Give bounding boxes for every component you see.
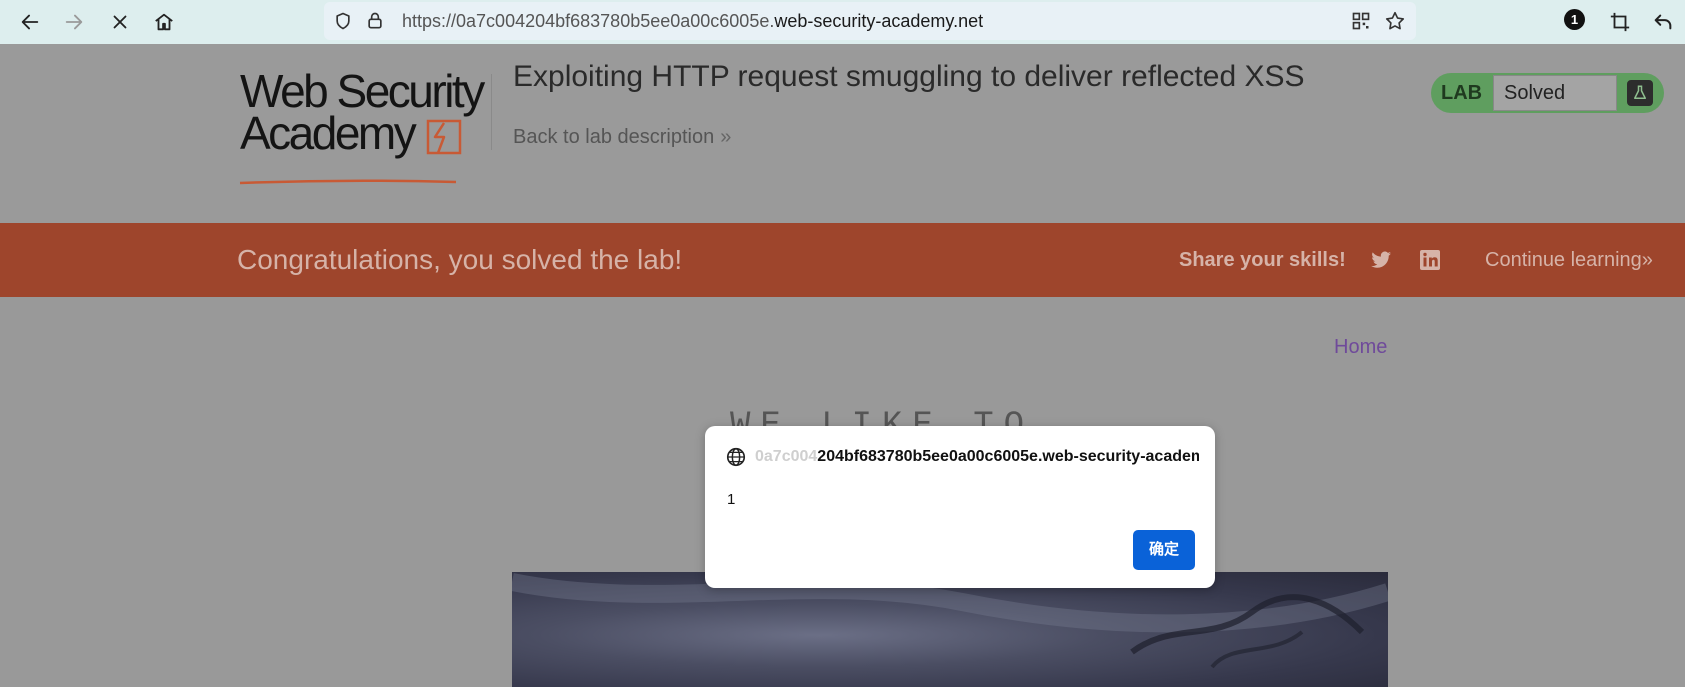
logo-underline — [239, 179, 457, 185]
continue-learning-label: Continue learning — [1485, 249, 1642, 271]
arrow-right-icon — [65, 14, 83, 30]
image-texture — [512, 573, 1388, 669]
double-chevron-right-icon: » — [1641, 249, 1653, 271]
logo-bolt-icon — [426, 119, 462, 155]
logo-text-line2: Academy — [240, 107, 417, 159]
continue-learning-link[interactable]: Continue learning» — [1485, 223, 1653, 297]
shield-icon[interactable] — [332, 10, 354, 32]
address-bar[interactable]: https://0a7c004204bf683780b5ee0a00c6005e… — [324, 2, 1416, 40]
lab-status-value-box: Solved — [1493, 75, 1617, 111]
undo-button[interactable] — [1647, 6, 1679, 38]
back-link-label: Back to lab description — [513, 126, 715, 148]
lab-title: Exploiting HTTP request smuggling to del… — [513, 60, 1305, 93]
back-button[interactable] — [14, 6, 46, 38]
twitter-icon[interactable] — [1368, 248, 1394, 272]
dialog-origin-text: 204bf683780b5ee0a00c6005e.web-security-a… — [817, 448, 1199, 465]
forward-button[interactable] — [58, 6, 90, 38]
home-button[interactable] — [148, 6, 180, 38]
url-domain: web-security-academy.net — [774, 11, 984, 31]
dialog-origin: 0a7c004204bf683780b5ee0a00c6005e.web-sec… — [755, 448, 1199, 466]
linkedin-icon[interactable] — [1417, 248, 1443, 272]
bookmark-star-icon[interactable] — [1384, 10, 1406, 32]
globe-icon — [726, 447, 746, 467]
ok-button[interactable]: 确定 — [1133, 530, 1195, 570]
lab-status-label: LAB — [1441, 82, 1483, 104]
home-link[interactable]: Home — [1334, 336, 1387, 359]
web-security-academy-logo[interactable]: Web Security Academy — [239, 68, 490, 185]
congratulations-banner: Congratulations, you solved the lab! Sha… — [0, 223, 1685, 297]
url-prefix: https://0a7c004204bf683780b5ee0a00c6005e… — [402, 11, 775, 31]
lab-status-value: Solved — [1504, 82, 1566, 104]
double-chevron-right-icon: » — [720, 126, 732, 148]
lab-header: Web Security Academy Exploiting HTTP req… — [0, 44, 1685, 223]
extension-badge-icon[interactable]: 1 — [1564, 9, 1585, 30]
qr-code-icon[interactable] — [1350, 10, 1372, 32]
header-divider — [491, 74, 492, 150]
crop-button[interactable] — [1604, 6, 1636, 38]
dialog-origin-faded: 0a7c004 — [755, 448, 818, 465]
stop-button[interactable] — [104, 6, 136, 38]
alert-dialog: 0a7c004204bf683780b5ee0a00c6005e.web-sec… — [705, 426, 1215, 588]
home-icon — [155, 13, 173, 31]
browser-toolbar: https://0a7c004204bf683780b5ee0a00c6005e… — [0, 0, 1685, 44]
lab-status-widget: LAB Solved — [1431, 73, 1664, 113]
lock-icon[interactable] — [364, 10, 386, 32]
dialog-message: 1 — [727, 491, 736, 508]
crop-icon — [1610, 12, 1630, 32]
congratulations-message: Congratulations, you solved the lab! — [237, 244, 683, 275]
arrow-left-icon — [21, 14, 39, 30]
share-skills-label: Share your skills! — [1179, 249, 1346, 271]
undo-arrow-icon — [1654, 14, 1672, 30]
url-text[interactable]: https://0a7c004204bf683780b5ee0a00c6005e… — [402, 2, 983, 40]
flask-icon — [1627, 80, 1653, 106]
blog-header-image — [512, 572, 1388, 687]
close-icon — [113, 15, 127, 29]
back-to-lab-description-link[interactable]: Back to lab description» — [513, 126, 731, 149]
